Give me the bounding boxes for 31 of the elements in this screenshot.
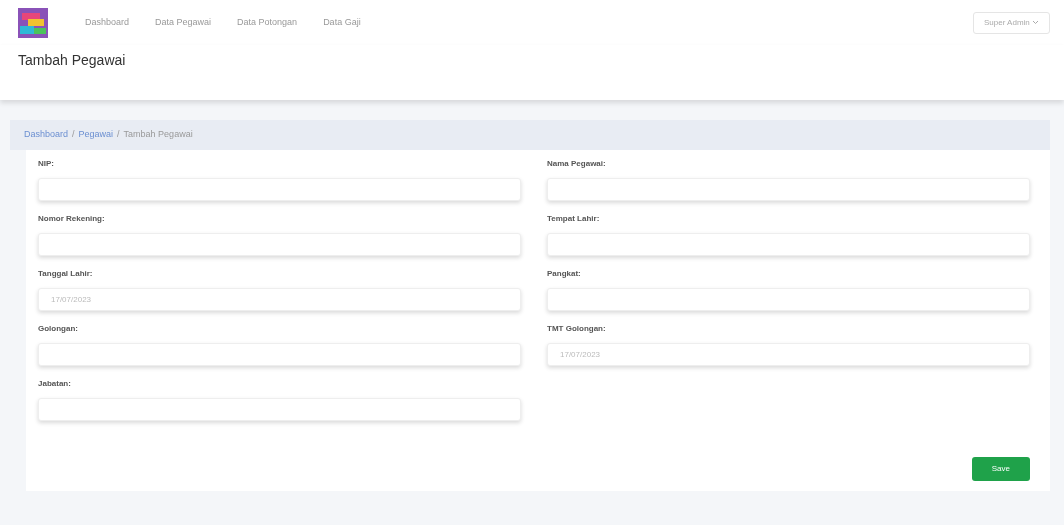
nav-link[interactable]: Data Gaji — [310, 15, 374, 30]
breadcrumb-separator: / — [72, 129, 75, 139]
field-label: Nomor Rekening: — [38, 212, 106, 225]
input-field[interactable] — [38, 342, 521, 366]
user-menu-button[interactable]: Super Admin — [972, 11, 1050, 34]
input-field[interactable] — [38, 232, 521, 256]
field-label: NIP: — [38, 157, 55, 170]
field-label: Tanggal Lahir: — [38, 267, 94, 280]
input-field[interactable] — [38, 177, 521, 201]
nav-link[interactable]: Dashboard — [72, 15, 143, 30]
input-field[interactable]: 17/07/2023 — [547, 342, 1030, 366]
save-button[interactable]: Save — [971, 456, 1030, 481]
field-label: Golongan: — [38, 322, 79, 335]
nav-link[interactable]: Data Potongan — [224, 15, 311, 30]
logo-icon — [18, 7, 48, 38]
field-label: TMT Golongan: — [547, 322, 607, 335]
breadcrumb-link[interactable]: Dashboard — [24, 129, 69, 139]
input-field[interactable] — [38, 397, 521, 421]
breadcrumb-separator: / — [117, 129, 120, 139]
field-label: Tempat Lahir: — [547, 212, 601, 225]
nav-link[interactable]: Data Pegawai — [142, 15, 225, 30]
breadcrumb-current: Tambah Pegawai — [123, 129, 193, 139]
field-label: Nama Pegawai: — [547, 157, 607, 170]
input-field[interactable] — [547, 232, 1030, 256]
input-field[interactable] — [547, 177, 1030, 201]
field-label: Jabatan: — [38, 377, 72, 390]
breadcrumb-link[interactable]: Pegawai — [78, 129, 114, 139]
input-field[interactable] — [547, 287, 1030, 311]
field-label: Pangkat: — [547, 267, 582, 280]
input-field[interactable]: 17/07/2023 — [38, 287, 521, 311]
page-title: Tambah Pegawai — [18, 51, 127, 69]
